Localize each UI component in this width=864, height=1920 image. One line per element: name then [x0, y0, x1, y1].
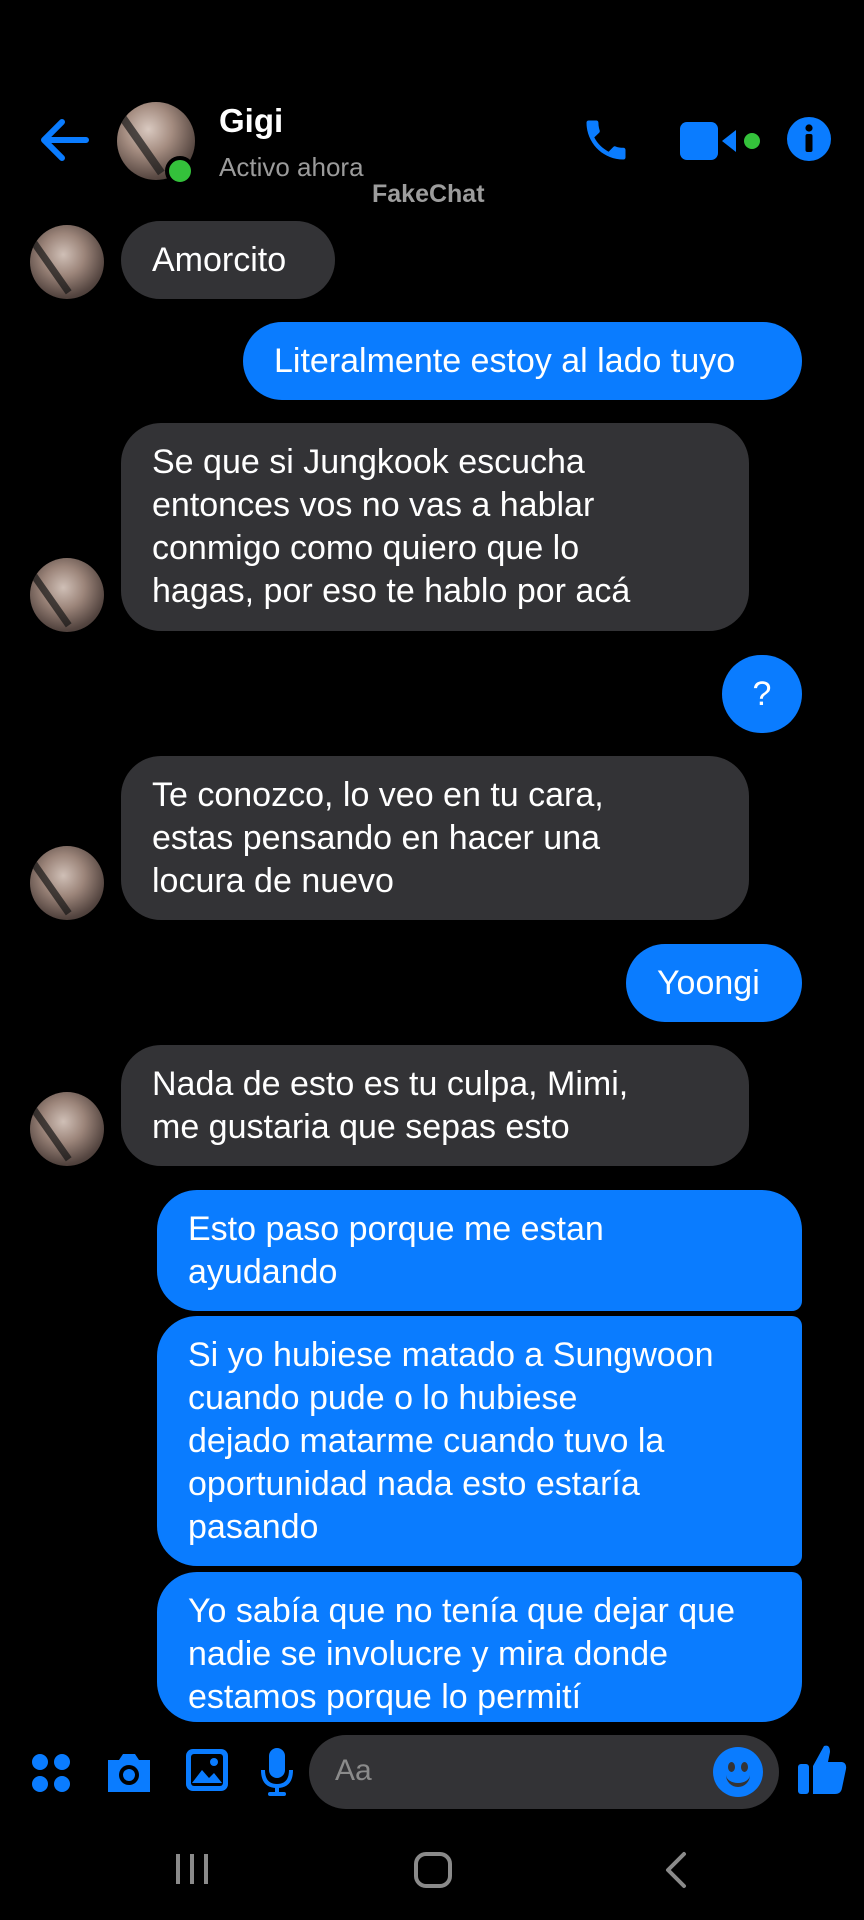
system-nav-bar	[0, 1830, 864, 1920]
outgoing-message[interactable]: Yoongi	[626, 944, 802, 1022]
outgoing-message[interactable]: Yo sabía que no tenía que dejar que nadi…	[157, 1572, 802, 1722]
message-line: cuando pude o lo hubiese	[188, 1379, 578, 1417]
incoming-message[interactable]: Te conozco, lo veo en tu cara, estas pen…	[121, 756, 749, 920]
phone-icon[interactable]	[580, 114, 632, 166]
sender-avatar	[30, 846, 104, 920]
outgoing-message[interactable]: Esto paso porque me estan ayudando	[157, 1190, 802, 1311]
recent-apps-icon[interactable]	[172, 1850, 212, 1888]
message-line: estas pensando en hacer una	[152, 819, 601, 857]
message-input-placeholder: Aa	[335, 1754, 372, 1787]
message-line: dejado matarme cuando tuvo la	[188, 1422, 665, 1460]
message-line: me gustaria que sepas esto	[152, 1108, 570, 1146]
online-status-dot	[165, 156, 195, 186]
incoming-message[interactable]: Se que si Jungkook escucha entonces vos …	[121, 423, 749, 631]
emoji-icon[interactable]	[713, 1747, 763, 1797]
message-composer: Aa	[0, 1732, 864, 1822]
message-text: ?	[752, 674, 772, 713]
message-text: Yoongi	[657, 963, 760, 1002]
contact-status: Activo ahora	[219, 152, 364, 182]
sender-avatar	[30, 558, 104, 632]
thumbs-up-icon[interactable]	[796, 1742, 848, 1796]
sender-avatar	[30, 1092, 104, 1166]
message-line: hagas, por eso te hablo por acá	[152, 572, 631, 610]
chat-header: Gigi Activo ahora	[0, 90, 864, 190]
message-line: oportunidad nada esto estaría	[188, 1465, 640, 1503]
message-text: Literalmente estoy al lado tuyo	[274, 341, 736, 380]
message-line: Se que si Jungkook escucha	[152, 443, 585, 481]
back-icon[interactable]	[660, 1850, 690, 1890]
incoming-message[interactable]: Amorcito	[121, 221, 335, 299]
message-line: Si yo hubiese matado a Sungwoon	[188, 1336, 714, 1374]
message-line: conmigo como quiero que lo	[152, 529, 580, 567]
message-line: Esto paso porque me estan	[188, 1210, 604, 1248]
message-line: ayudando	[188, 1253, 338, 1291]
home-icon[interactable]	[412, 1850, 454, 1890]
outgoing-message[interactable]: Si yo hubiese matado a Sungwoon cuando p…	[157, 1316, 802, 1566]
message-line: Nada de esto es tu culpa, Mimi,	[152, 1065, 629, 1103]
sender-avatar	[30, 225, 104, 299]
message-line: estamos porque lo permití	[188, 1678, 582, 1716]
gallery-icon[interactable]	[184, 1747, 230, 1793]
message-line: entonces vos no vas a hablar	[152, 486, 595, 524]
message-line: nadie se involucre y mira donde	[188, 1635, 669, 1673]
watermark-label: FakeChat	[372, 180, 485, 208]
message-text: Amorcito	[152, 240, 287, 279]
camera-icon[interactable]	[104, 1750, 154, 1794]
outgoing-message[interactable]: ?	[722, 655, 802, 733]
message-input[interactable]: Aa	[309, 1735, 779, 1809]
video-camera-icon[interactable]	[678, 120, 764, 162]
message-line: Te conozco, lo veo en tu cara,	[152, 776, 604, 814]
microphone-icon[interactable]	[260, 1746, 294, 1798]
apps-icon[interactable]	[30, 1752, 74, 1796]
message-line: Yo sabía que no tenía que dejar que	[188, 1592, 735, 1630]
contact-name[interactable]: Gigi	[219, 102, 283, 140]
back-arrow-icon[interactable]	[38, 118, 90, 162]
outgoing-message[interactable]: Literalmente estoy al lado tuyo	[243, 322, 802, 400]
message-line: locura de nuevo	[152, 862, 394, 900]
info-icon[interactable]	[786, 116, 832, 162]
message-line: pasando	[188, 1508, 319, 1546]
incoming-message[interactable]: Nada de esto es tu culpa, Mimi, me gusta…	[121, 1045, 749, 1166]
